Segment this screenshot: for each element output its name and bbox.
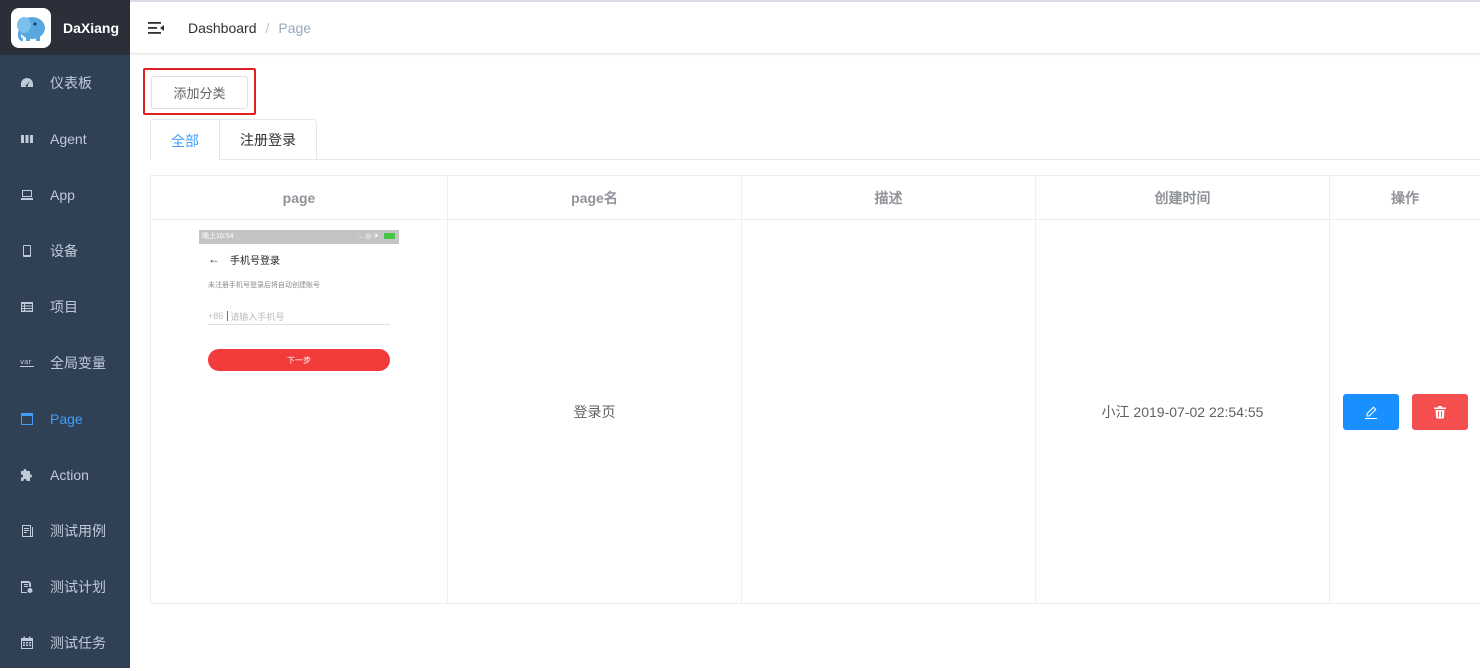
page-screenshot-thumbnail[interactable]: 晚上10:54 ... ◎ ✈ ← 手机号登录 未注册手机号登录后将自动创建账号… [199,230,399,390]
calendar-icon [20,636,34,650]
app-title: DaXiang [63,20,119,36]
svg-text:var: var [20,358,31,366]
row-actions [1330,394,1480,430]
main-content: 添加分类 全部 注册登录 page page名 描述 创建时间 操作 [130,55,1480,668]
sidebar-item-label: Page [50,411,83,427]
sidebar-item-testplan[interactable]: 测试计划 [0,559,130,615]
header-page: page [151,176,448,220]
sidebar-item-testcase[interactable]: 测试用例 [0,503,130,559]
app-icon [20,188,34,202]
sidebar-item-device[interactable]: 设备 [0,223,130,279]
thumb-status-icons: ... ◎ ✈ [357,230,379,244]
page-table: page page名 描述 创建时间 操作 晚上10:54 ... ◎ ✈ [150,175,1480,604]
sidebar: DaXiang 仪表板 Agent App 设备 项目 var 全局变量 Pag… [0,0,130,668]
sidebar-item-label: Agent [50,131,87,147]
sidebar-item-project[interactable]: 项目 [0,279,130,335]
sidebar-item-page[interactable]: Page [0,391,130,447]
thumb-phone-placeholder: 请输入手机号 [230,310,284,323]
sidebar-item-label: 全局变量 [50,353,106,373]
back-arrow-icon: ← [208,252,220,266]
topbar: Dashboard / Page [130,0,1480,54]
delete-button[interactable] [1412,394,1468,430]
battery-icon [384,233,395,239]
sidebar-item-testtask[interactable]: 测试任务 [0,615,130,671]
var-icon: var [20,356,34,370]
page-icon [20,412,34,426]
highlight-box: 添加分类 [143,68,256,115]
thumb-hint: 未注册手机号登录后将自动创建账号 [199,280,399,290]
elephant-logo-icon [11,8,51,48]
thumb-phone-prefix: +86 [208,311,223,321]
sidebar-item-label: 仪表板 [50,73,92,93]
breadcrumb-root[interactable]: Dashboard [188,20,257,36]
edit-icon [1364,405,1378,419]
add-category-button[interactable]: 添加分类 [151,76,248,109]
sidebar-item-label: 设备 [50,241,78,261]
sidebar-item-app[interactable]: App [0,167,130,223]
sidebar-item-label: 测试用例 [50,521,106,541]
category-tabs: 全部 注册登录 [150,119,1480,160]
testcase-icon [20,524,34,538]
list-icon [20,300,34,314]
hamburger-icon[interactable] [147,19,165,37]
sidebar-item-action[interactable]: Action [0,447,130,503]
sidebar-item-label: 测试任务 [50,633,106,653]
thumb-cursor [227,311,228,321]
cell-description [742,220,1036,604]
sidebar-item-label: 测试计划 [50,577,106,597]
thumb-phone-field: +86 请输入手机号 [208,308,390,325]
dashboard-icon [20,76,34,90]
cell-screenshot: 晚上10:54 ... ◎ ✈ ← 手机号登录 未注册手机号登录后将自动创建账号… [151,220,448,604]
cell-page-name: 登录页 [448,220,742,604]
sidebar-item-dashboard[interactable]: 仪表板 [0,55,130,111]
header-actions: 操作 [1330,176,1480,220]
thumb-status-bar: 晚上10:54 ... ◎ ✈ [199,230,399,244]
tab-all[interactable]: 全部 [151,120,219,161]
testplan-icon [20,580,34,594]
breadcrumb-current: Page [278,20,311,36]
edit-button[interactable] [1343,394,1399,430]
header-page-name: page名 [448,176,742,220]
cell-created: 小江 2019-07-02 22:54:55 [1036,220,1330,604]
phone-icon [20,244,34,258]
header-created-time: 创建时间 [1036,176,1330,220]
puzzle-icon [20,468,34,482]
header-description: 描述 [742,176,1036,220]
sidebar-item-label: 项目 [50,297,78,317]
sidebar-item-global-vars[interactable]: var 全局变量 [0,335,130,391]
thumb-title: 手机号登录 [230,252,280,267]
table-header-row: page page名 描述 创建时间 操作 [151,176,1480,220]
thumb-nav: ← 手机号登录 [199,244,399,274]
breadcrumb-separator: / [266,20,270,36]
tab-group: 全部 注册登录 [150,119,317,160]
sidebar-item-agent[interactable]: Agent [0,111,130,167]
table-row: 晚上10:54 ... ◎ ✈ ← 手机号登录 未注册手机号登录后将自动创建账号… [151,220,1480,604]
sidebar-item-label: Action [50,467,89,483]
thumb-status-time: 晚上10:54 [202,233,234,240]
sidebar-item-label: App [50,187,75,203]
agent-icon [20,132,34,146]
cell-actions [1330,220,1480,604]
logo-bar: DaXiang [0,0,130,55]
tab-register-login[interactable]: 注册登录 [219,120,316,160]
trash-icon [1433,405,1447,419]
thumb-next-button: 下一步 [208,349,390,371]
